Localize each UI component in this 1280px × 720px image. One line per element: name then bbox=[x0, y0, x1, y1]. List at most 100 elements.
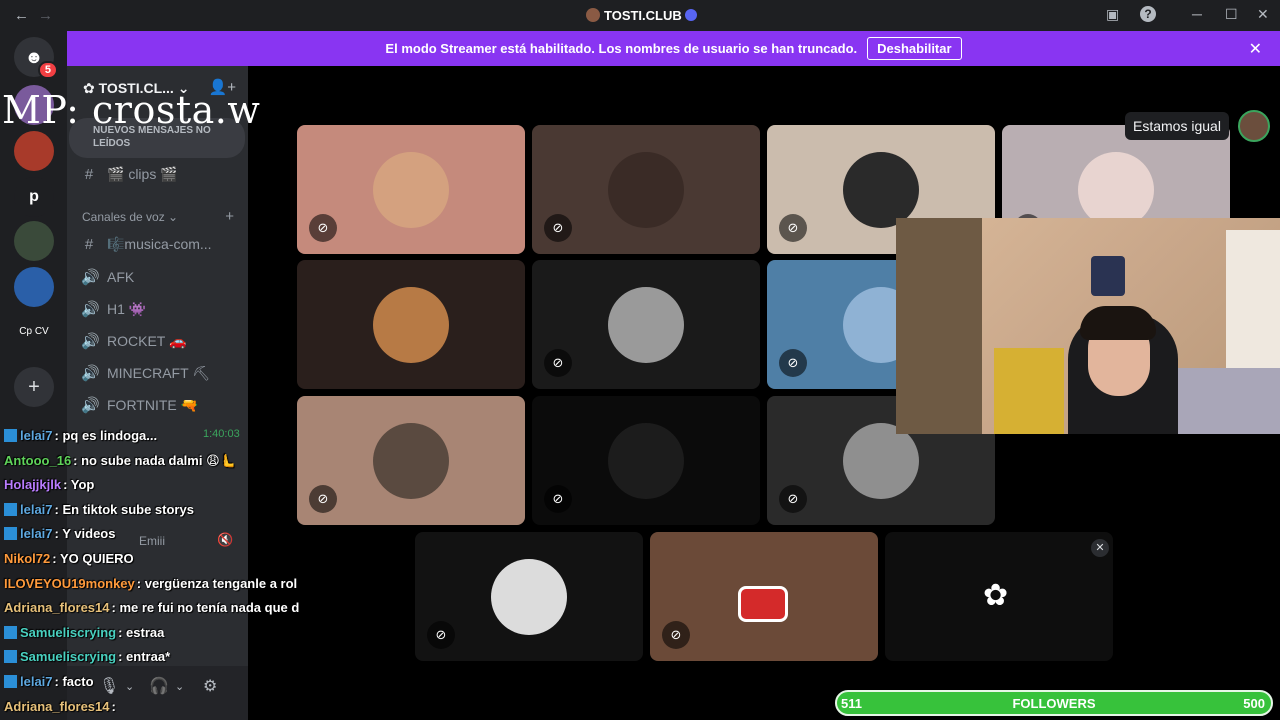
microphone-icon[interactable]: 🎙 bbox=[99, 676, 119, 696]
create-channel-icon[interactable]: + bbox=[225, 208, 234, 225]
participant-tile[interactable]: ⊘ bbox=[532, 396, 760, 525]
chat-text: : no sube nada dalmi 😩🫷 bbox=[73, 452, 236, 468]
chat-message: Antooo_16: no sube nada dalmi 😩🫷 bbox=[4, 453, 236, 469]
chat-username: Samueliscrying bbox=[20, 649, 117, 665]
hashtag-icon: # bbox=[84, 166, 94, 183]
participant-tile[interactable]: ⊘ bbox=[532, 125, 760, 254]
platform-icon bbox=[4, 429, 17, 442]
platform-icon bbox=[4, 625, 17, 639]
speaker-icon: 🔊 bbox=[81, 365, 100, 382]
participant-avatar bbox=[608, 287, 684, 363]
server-icon-tosti[interactable] bbox=[14, 221, 54, 261]
help-icon[interactable]: ? bbox=[1140, 6, 1156, 22]
participant-avatar bbox=[1078, 152, 1154, 228]
audio-options-icon[interactable]: ⌄ bbox=[175, 680, 184, 693]
channel-h1[interactable]: 🔊 H1 👾 bbox=[81, 300, 146, 319]
channel-fortnite[interactable]: 🔊 FORTNITE 🔫 bbox=[81, 396, 199, 415]
close-banner-icon[interactable]: ✕ bbox=[1249, 39, 1262, 59]
inbox-icon[interactable]: ▣ bbox=[1106, 6, 1119, 23]
direct-messages-button[interactable]: ☻ 5 bbox=[14, 37, 58, 79]
channel-afk[interactable]: 🔊 AFK bbox=[81, 268, 134, 286]
channel-label: AFK bbox=[107, 269, 135, 285]
settings-gear-icon[interactable]: ⚙ bbox=[203, 676, 217, 696]
maximize-icon[interactable]: ☐ bbox=[1225, 6, 1238, 23]
speaking-avatar bbox=[1238, 110, 1270, 142]
minimize-icon[interactable]: ─ bbox=[1192, 6, 1202, 22]
chat-username: ILOVEYOU19monkey bbox=[4, 575, 135, 591]
chat-message: Samueliscrying: entraa* bbox=[4, 649, 170, 664]
participant-tile[interactable] bbox=[297, 260, 525, 389]
platform-icon bbox=[4, 650, 17, 664]
server-icon-4[interactable] bbox=[14, 267, 54, 307]
channel-sidebar: ✿ TOSTI.CL... ⌄ 👤+ NUEVOS MENSAJES NO LE… bbox=[67, 66, 248, 720]
chat-text: : facto bbox=[54, 674, 94, 689]
chat-username: lelai7 bbox=[20, 501, 53, 517]
participant-tile[interactable]: ⊘ bbox=[415, 532, 643, 661]
chat-message: Holajjkjlk: Yop bbox=[4, 477, 94, 492]
chat-username: Nikol72 bbox=[4, 551, 51, 566]
add-server-button[interactable]: + bbox=[14, 367, 54, 407]
close-activity-icon[interactable]: ✕ bbox=[1091, 539, 1109, 557]
webcam-shelf bbox=[896, 218, 982, 434]
platform-icon bbox=[4, 675, 17, 688]
webcam-hair bbox=[1080, 306, 1156, 340]
chat-message: ILOVEYOU19monkey: vergüenza tenganle a r… bbox=[4, 576, 297, 591]
chat-text: : bbox=[111, 698, 116, 714]
participant-avatar bbox=[491, 559, 567, 635]
participant-avatar bbox=[608, 152, 684, 228]
channel-label: MINECRAFT ⛏ bbox=[107, 364, 211, 381]
followers-goal-bar: 511 FOLLOWERS 500 bbox=[835, 690, 1273, 716]
channel-rocket[interactable]: 🔊 ROCKET 🚗 bbox=[81, 332, 187, 351]
channel-label: ROCKET 🚗 bbox=[107, 332, 187, 349]
participant-tile[interactable]: ⊘ bbox=[650, 532, 878, 661]
chat-username: Samueliscrying bbox=[20, 624, 117, 640]
chat-username: Antooo_16 bbox=[4, 452, 72, 468]
chat-message: Nikol72: YO QUIERO bbox=[4, 551, 134, 566]
verified-icon bbox=[684, 9, 697, 21]
chat-text: : estraa bbox=[118, 624, 165, 640]
participant-avatar bbox=[608, 423, 684, 499]
streamer-watermark: MP: crosta.w bbox=[2, 88, 261, 132]
activity-icon[interactable]: ✿ bbox=[983, 578, 1008, 613]
chat-username: lelai7 bbox=[20, 428, 53, 443]
participant-tile[interactable]: ⊘ bbox=[297, 125, 525, 254]
server-icon-cp-cv[interactable]: Cp CV bbox=[14, 311, 54, 351]
chat-message: lelai7: Y videos bbox=[4, 526, 115, 541]
deafened-icon: ⊘ bbox=[779, 485, 807, 513]
participant-tile[interactable]: ⊘ bbox=[297, 396, 525, 525]
server-avatar-icon bbox=[586, 8, 600, 22]
chat-username: Adriana_flores14 bbox=[4, 698, 110, 714]
chat-message: lelai7: pq es lindoga... bbox=[4, 428, 157, 443]
streamer-webcam bbox=[896, 218, 1280, 434]
channel-label: FORTNITE 🔫 bbox=[107, 396, 199, 413]
chat-text: : YO QUIERO bbox=[52, 551, 134, 566]
participant-avatar bbox=[373, 287, 449, 363]
channel-musica[interactable]: # 🎼musica-com... bbox=[81, 236, 212, 253]
participant-avatar bbox=[373, 423, 449, 499]
speaking-indicator: Estamos igual bbox=[1125, 112, 1229, 140]
mic-options-icon[interactable]: ⌄ bbox=[125, 680, 134, 693]
back-arrow-icon[interactable]: ← bbox=[14, 7, 29, 24]
deafened-icon: ⊘ bbox=[309, 214, 337, 242]
deafened-icon: ⊘ bbox=[544, 214, 572, 242]
channel-clips[interactable]: # 🎬 clips 🎬 bbox=[81, 166, 178, 183]
chat-text: : pq es lindoga... bbox=[54, 428, 158, 443]
forward-arrow-icon[interactable]: → bbox=[38, 7, 53, 24]
headphones-icon[interactable]: 🎧 bbox=[149, 676, 169, 696]
server-icon-2[interactable] bbox=[14, 131, 54, 171]
deafened-icon: ⊘ bbox=[779, 214, 807, 242]
server-icon-p[interactable]: p bbox=[14, 177, 54, 217]
followers-label: FOLLOWERS bbox=[1012, 696, 1096, 711]
streamer-mode-banner: El modo Streamer está habilitado. Los no… bbox=[67, 31, 1280, 66]
deafened-icon: ⊘ bbox=[662, 621, 690, 649]
close-window-icon[interactable]: ✕ bbox=[1257, 6, 1269, 23]
window-title: TOSTI.CLUB bbox=[586, 8, 697, 23]
channel-minecraft[interactable]: 🔊 MINECRAFT ⛏ bbox=[81, 364, 211, 383]
chat-text: : me re fui no tenía nada que d bbox=[111, 600, 300, 616]
deafened-icon: ⊘ bbox=[544, 485, 572, 513]
participant-tile[interactable]: ⊘ bbox=[532, 260, 760, 389]
disable-streamer-button[interactable]: Deshabilitar bbox=[867, 37, 962, 60]
chat-username: lelai7 bbox=[20, 526, 53, 542]
speaker-icon: 🔊 bbox=[81, 333, 100, 350]
voice-category[interactable]: Canales de voz ⌄ bbox=[82, 210, 178, 224]
